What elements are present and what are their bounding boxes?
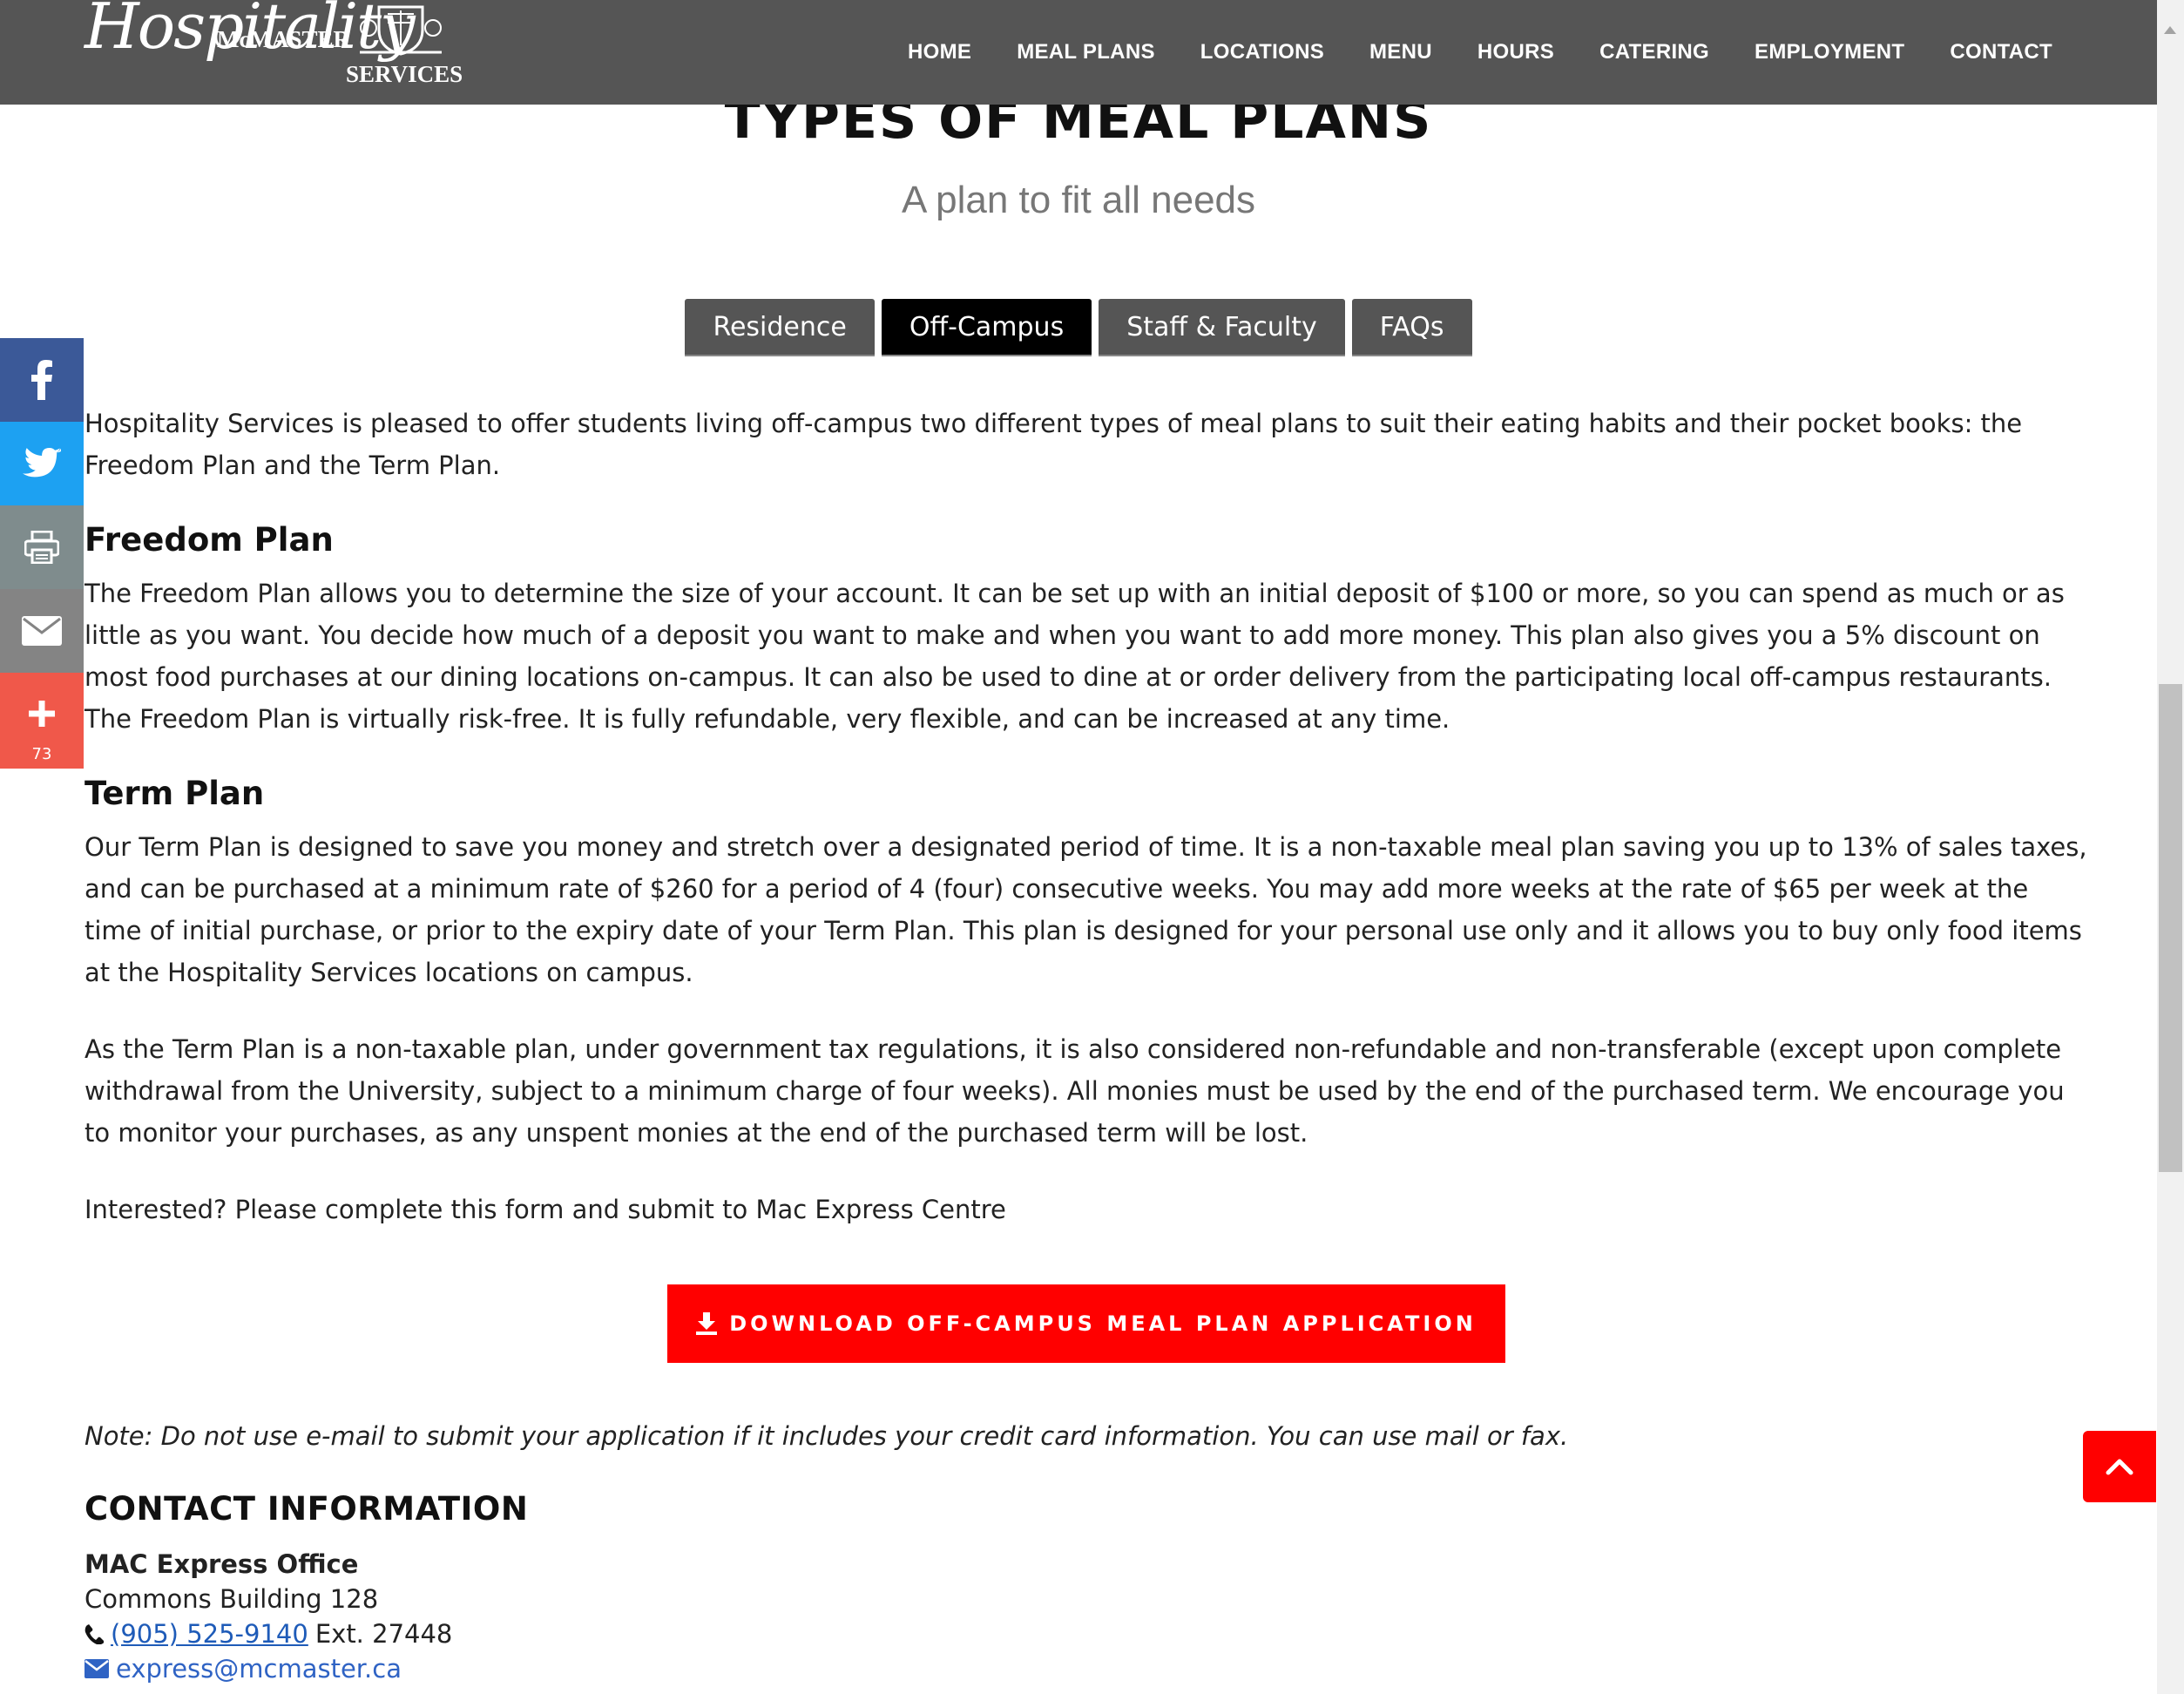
intro-text: Hospitality Services is pleased to offer… [85,409,2023,480]
tab-faqs[interactable]: FAQs [1351,299,1472,355]
main-content: Hospitality Services is pleased to offer… [85,403,2088,1686]
credit-card-note: Note: Do not use e-mail to submit your a… [85,1421,1569,1451]
share-print-button[interactable] [0,505,84,589]
site-header: Hospitality McMASTER SERVICES HOME MEAL … [0,0,2157,105]
logo-bottom-text: SERVICES [346,61,463,87]
tab-residence[interactable]: Residence [685,299,875,355]
email-icon [22,616,62,646]
share-count: 73 [31,745,52,763]
phone-ext: Ext. 27448 [314,1619,453,1649]
interested-text: Interested? Please complete this form an… [85,1195,1006,1224]
contact-phone: (905) 525-9140 Ext. 27448 [85,1616,2088,1651]
chevron-up-icon [2106,1459,2133,1475]
envelope-icon [85,1659,109,1678]
phone-link[interactable]: (905) 525-9140 [111,1616,308,1651]
term-plan-text-1: Our Term Plan is designed to save you mo… [85,832,2087,987]
download-button-wrap: DOWNLOAD OFF-CAMPUS MEAL PLAN APPLICATIO… [85,1284,2088,1363]
contact-heading: CONTACT INFORMATION [85,1490,529,1528]
freedom-plan-heading: Freedom Plan [85,521,334,559]
nav-locations[interactable]: LOCATIONS [1200,40,1324,64]
twitter-icon [23,448,61,478]
nav-home[interactable]: HOME [908,40,971,64]
share-facebook-button[interactable] [0,338,84,422]
logo-top-text: McMASTER [217,26,350,52]
contact-office-name: MAC Express Office [85,1547,2088,1582]
contact-location: Commons Building 128 [85,1582,2088,1616]
nav-employment[interactable]: EMPLOYMENT [1755,40,1904,64]
plus-icon [29,701,55,727]
tab-off-campus[interactable]: Off-Campus [881,299,1092,355]
crest-icon [360,5,442,56]
social-share-bar: 73 [0,338,84,769]
page-scrollbar[interactable] [2157,0,2184,1694]
phone-icon [85,1624,104,1644]
download-application-button[interactable]: DOWNLOAD OFF-CAMPUS MEAL PLAN APPLICATIO… [667,1284,1505,1363]
nav-hours[interactable]: HOURS [1477,40,1554,64]
main-nav: HOME MEAL PLANS LOCATIONS MENU HOURS CAT… [862,0,2052,105]
freedom-plan-text: The Freedom Plan allows you to determine… [85,579,2065,734]
email-link[interactable]: express@mcmaster.ca [116,1651,402,1686]
office-location-text: Commons Building 128 [85,1584,379,1614]
contact-email: express@mcmaster.ca [85,1651,2088,1686]
nav-menu[interactable]: MENU [1369,40,1432,64]
share-email-button[interactable] [0,589,84,673]
nav-meal-plans[interactable]: MEAL PLANS [1017,40,1155,64]
term-plan-heading: Term Plan [85,775,265,812]
download-button-label: DOWNLOAD OFF-CAMPUS MEAL PLAN APPLICATIO… [729,1311,1477,1336]
nav-catering[interactable]: CATERING [1599,40,1709,64]
office-name-text: MAC Express Office [85,1549,359,1579]
page-subtitle: A plan to fit all needs [901,179,1256,221]
print-icon [24,531,59,564]
nav-contact[interactable]: CONTACT [1950,40,2052,64]
scroll-up-arrow-icon[interactable] [2164,26,2176,34]
site-logo[interactable]: Hospitality McMASTER SERVICES [85,0,463,105]
term-plan-text-2: As the Term Plan is a non-taxable plan, … [85,1034,2065,1148]
tab-staff-faculty[interactable]: Staff & Faculty [1099,299,1345,355]
share-twitter-button[interactable] [0,422,84,505]
share-more-button[interactable]: 73 [0,673,84,769]
download-icon [696,1312,718,1335]
meal-plan-tabs: Residence Off-Campus Staff & Faculty FAQ… [0,299,2157,355]
facebook-icon [31,360,52,400]
scroll-thumb[interactable] [2159,684,2182,1172]
back-to-top-button[interactable] [2083,1431,2156,1502]
